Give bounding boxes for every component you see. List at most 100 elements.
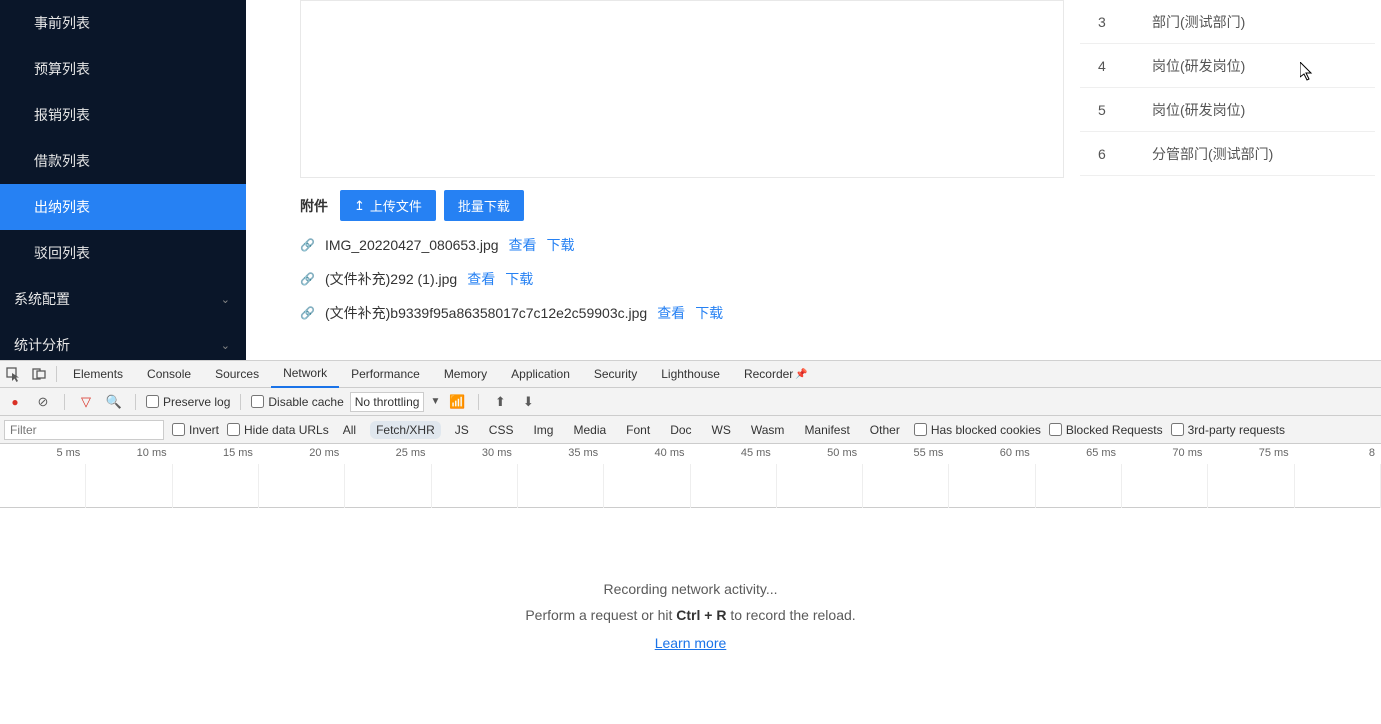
filter-js[interactable]: JS — [449, 421, 475, 439]
tab-recorder[interactable]: Recorder 📌 — [732, 361, 820, 388]
timeline-tick: 75 ms — [1259, 447, 1289, 459]
empty-line2-suffix: to record the reload. — [726, 607, 855, 623]
network-conditions-icon[interactable]: 📶 — [446, 394, 468, 410]
tab-performance[interactable]: Performance — [339, 361, 432, 388]
filter-css[interactable]: CSS — [483, 421, 520, 439]
tab-recorder-label: Recorder — [744, 367, 793, 381]
filter-all[interactable]: All — [337, 421, 362, 439]
filter-wasm[interactable]: Wasm — [745, 421, 791, 439]
tab-sources[interactable]: Sources — [203, 361, 271, 388]
filter-fetch-xhr[interactable]: Fetch/XHR — [370, 421, 441, 439]
tab-security[interactable]: Security — [582, 361, 649, 388]
devtools-tabs: Elements Console Sources Network Perform… — [0, 361, 1381, 388]
sidebar-item-reject[interactable]: 驳回列表 — [0, 230, 246, 276]
has-blocked-cookies-checkbox[interactable]: Has blocked cookies — [914, 423, 1041, 437]
attachment-view-link[interactable]: 查看 — [657, 303, 685, 323]
timeline-tick: 65 ms — [1086, 447, 1116, 459]
attachment-filename: IMG_20220427_080653.jpg — [325, 237, 499, 253]
sidebar-item-reimburse[interactable]: 报销列表 — [0, 92, 246, 138]
table-row[interactable]: 3 部门(测试部门) — [1080, 0, 1375, 44]
row-number: 5 — [1080, 102, 1152, 118]
import-har-icon[interactable]: ⬆ — [489, 394, 511, 410]
sidebar-item-cashier[interactable]: 出纳列表 — [0, 184, 246, 230]
tab-lighthouse[interactable]: Lighthouse — [649, 361, 732, 388]
content-textarea[interactable] — [300, 0, 1064, 178]
tab-memory[interactable]: Memory — [432, 361, 499, 388]
has-blocked-input[interactable] — [914, 423, 927, 436]
filter-manifest[interactable]: Manifest — [798, 421, 855, 439]
third-party-input[interactable] — [1171, 423, 1184, 436]
hide-data-urls-checkbox[interactable]: Hide data URLs — [227, 423, 329, 437]
sidebar-item-budget[interactable]: 预算列表 — [0, 46, 246, 92]
sidebar-item-pre[interactable]: 事前列表 — [0, 0, 246, 46]
filter-ws[interactable]: WS — [706, 421, 737, 439]
tab-elements[interactable]: Elements — [61, 361, 135, 388]
timeline-column — [777, 464, 863, 508]
timeline-tick: 5 ms — [56, 447, 80, 459]
timeline-column — [863, 464, 949, 508]
filter-toggle-icon[interactable]: ▽ — [75, 394, 97, 410]
attachment-download-link[interactable]: 下载 — [505, 269, 533, 289]
invert-input[interactable] — [172, 423, 185, 436]
sidebar-item-loan[interactable]: 借款列表 — [0, 138, 246, 184]
filter-media[interactable]: Media — [567, 421, 612, 439]
upload-button[interactable]: ↥ 上传文件 — [340, 190, 436, 221]
table-row[interactable]: 4 岗位(研发岗位) — [1080, 44, 1375, 88]
table-row[interactable]: 6 分管部门(测试部门) — [1080, 132, 1375, 176]
empty-line2: Perform a request or hit Ctrl + R to rec… — [525, 607, 855, 623]
export-har-icon[interactable]: ⬇ — [517, 394, 539, 410]
preserve-log-input[interactable] — [146, 395, 159, 408]
timeline-column — [173, 464, 259, 508]
tab-console[interactable]: Console — [135, 361, 203, 388]
row-value: 岗位(研发岗位) — [1152, 100, 1375, 120]
disable-cache-checkbox[interactable]: Disable cache — [251, 395, 343, 409]
table-row[interactable]: 5 岗位(研发岗位) — [1080, 88, 1375, 132]
invert-checkbox[interactable]: Invert — [172, 423, 219, 437]
attachment-view-link[interactable]: 查看 — [509, 235, 537, 255]
record-button-icon[interactable]: ● — [4, 395, 26, 409]
row-value: 岗位(研发岗位) — [1152, 56, 1375, 76]
attachments-title: 附件 — [300, 196, 328, 216]
disable-cache-input[interactable] — [251, 395, 264, 408]
batch-download-button[interactable]: 批量下载 — [444, 190, 524, 221]
preserve-log-checkbox[interactable]: Preserve log — [146, 395, 230, 409]
disable-cache-label: Disable cache — [268, 395, 343, 409]
timeline-tick: 60 ms — [1000, 447, 1030, 459]
blocked-requests-label: Blocked Requests — [1066, 423, 1163, 437]
row-value: 分管部门(测试部门) — [1152, 144, 1375, 164]
filter-input[interactable] — [4, 420, 164, 440]
timeline-tick: 50 ms — [827, 447, 857, 459]
pin-icon: 📌 — [795, 369, 807, 380]
tab-network[interactable]: Network — [271, 361, 339, 388]
learn-more-link[interactable]: Learn more — [655, 635, 727, 651]
search-icon[interactable]: 🔍 — [103, 394, 125, 410]
timeline-tick: 40 ms — [655, 447, 685, 459]
filter-doc[interactable]: Doc — [664, 421, 697, 439]
network-timeline[interactable]: 5 ms10 ms15 ms20 ms25 ms30 ms35 ms40 ms4… — [0, 444, 1381, 508]
chevron-down-icon: ⌄ — [221, 339, 230, 352]
timeline-column — [86, 464, 172, 508]
sidebar-item-system-config[interactable]: 系统配置 ⌄ — [0, 276, 246, 322]
clear-icon[interactable]: ⊘ — [32, 394, 54, 410]
attachment-download-link[interactable]: 下载 — [695, 303, 723, 323]
main-content: 附件 ↥ 上传文件 批量下载 🔗 IMG_20220427_080653.jpg… — [246, 0, 1381, 360]
hide-data-urls-input[interactable] — [227, 423, 240, 436]
cursor-icon — [1300, 62, 1315, 82]
filter-font[interactable]: Font — [620, 421, 656, 439]
throttling-select[interactable]: No throttling — [350, 392, 425, 412]
blocked-requests-input[interactable] — [1049, 423, 1062, 436]
blocked-requests-checkbox[interactable]: Blocked Requests — [1049, 423, 1163, 437]
timeline-body — [0, 464, 1381, 508]
attachment-view-link[interactable]: 查看 — [467, 269, 495, 289]
sidebar-expandable-label: 系统配置 — [14, 289, 70, 309]
tab-application[interactable]: Application — [499, 361, 582, 388]
filter-other[interactable]: Other — [864, 421, 906, 439]
inspect-element-icon[interactable] — [0, 367, 26, 382]
hide-data-urls-label: Hide data URLs — [244, 423, 329, 437]
device-toggle-icon[interactable] — [26, 367, 52, 381]
timeline-column — [0, 464, 86, 508]
third-party-checkbox[interactable]: 3rd-party requests — [1171, 423, 1285, 437]
attachment-download-link[interactable]: 下载 — [547, 235, 575, 255]
filter-img[interactable]: Img — [527, 421, 559, 439]
throttling-dropdown-icon[interactable]: ▼ — [430, 396, 440, 407]
